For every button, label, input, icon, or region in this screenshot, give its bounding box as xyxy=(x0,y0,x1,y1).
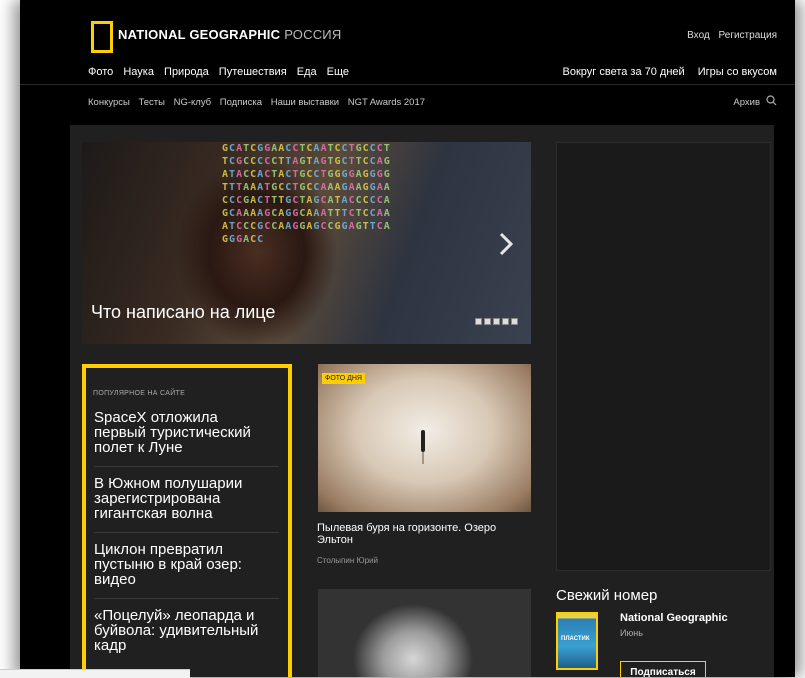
magazine-cover[interactable]: ПЛАСТИК xyxy=(556,612,598,670)
logo-main: NATIONAL GEOGRAPHIC xyxy=(118,27,281,42)
nav-item-around-world[interactable]: Вокруг света за 70 дней xyxy=(563,66,685,78)
browser-page: NATIONAL GEOGRAPHIC РОССИЯ Вход Регистрац… xyxy=(20,0,795,677)
primary-nav-right: Вокруг света за 70 дней Игры со вкусом xyxy=(553,66,777,78)
popular-item[interactable]: Циклон превратил пустыню в край озер: ви… xyxy=(94,542,264,587)
popular-item[interactable]: SpaceX отложила первый туристический пол… xyxy=(94,410,264,455)
nav-item-photo[interactable]: Фото xyxy=(88,66,113,78)
login-link[interactable]: Вход xyxy=(687,30,710,41)
popular-label: ПОПУЛЯРНОЕ НА САЙТЕ xyxy=(93,390,186,397)
nav-item-exhibitions[interactable]: Наши выставки xyxy=(271,97,339,108)
nav-item-science[interactable]: Наука xyxy=(123,66,154,78)
slider-dot[interactable] xyxy=(475,318,482,325)
hero-slider[interactable]: GCATCGGAACCTCAATCCTGCCCTTCGCCCCCTTAGTAGT… xyxy=(82,142,531,344)
nav-item-nature[interactable]: Природа xyxy=(164,66,209,78)
fresh-issue-heading: Свежий номер xyxy=(556,587,658,604)
photo-of-day-author: Столыпин Юрий xyxy=(317,556,378,565)
primary-nav: Фото Наука Природа Путешествия Еда Еще xyxy=(88,66,356,78)
photo-of-day-badge: ФОТО ДНЯ xyxy=(322,373,365,384)
nav-item-food[interactable]: Еда xyxy=(297,66,317,78)
nav-item-taste-games[interactable]: Игры со вкусом xyxy=(698,66,777,78)
cover-text: ПЛАСТИК xyxy=(561,636,590,642)
subscribe-button[interactable]: Подписаться xyxy=(620,661,706,677)
nav-item-tests[interactable]: Тесты xyxy=(138,97,164,108)
slider-dot[interactable] xyxy=(511,318,518,325)
archive-search: Архив xyxy=(733,95,777,109)
popular-divider xyxy=(94,598,279,599)
archive-link[interactable]: Архив xyxy=(733,97,760,108)
slider-dot[interactable] xyxy=(493,318,500,325)
slider-dot[interactable] xyxy=(502,318,509,325)
popular-item[interactable]: В Южном полушарии зарегистрирована гиган… xyxy=(94,476,264,521)
magazine-name[interactable]: National Geographic xyxy=(620,612,728,624)
photo-of-day-image[interactable]: ФОТО ДНЯ xyxy=(318,364,531,512)
magazine-month: Июнь xyxy=(620,628,643,638)
nav-item-contests[interactable]: Конкурсы xyxy=(88,97,130,108)
site-logo[interactable]: NATIONAL GEOGRAPHIC РОССИЯ xyxy=(118,27,341,42)
logo-yellow-frame-icon[interactable] xyxy=(91,21,113,53)
search-icon[interactable] xyxy=(766,95,777,109)
nav-item-ng-club[interactable]: NG-клуб xyxy=(174,97,212,108)
person-reflection xyxy=(422,452,424,464)
sidebar-ad-panel xyxy=(556,142,771,571)
hero-title[interactable]: Что написано на лице xyxy=(91,302,275,323)
slider-dots xyxy=(475,318,518,325)
register-link[interactable]: Регистрация xyxy=(719,30,777,41)
popular-item[interactable]: «Поцелуй» леопарда и буйвола: удивительн… xyxy=(94,608,264,653)
chevron-right-icon[interactable] xyxy=(497,230,515,265)
nav-item-subscription[interactable]: Подписка xyxy=(220,97,262,108)
secondary-nav: Конкурсы Тесты NG-клуб Подписка Наши выс… xyxy=(88,97,431,108)
popular-box: ПОПУЛЯРНОЕ НА САЙТЕ SpaceX отложила перв… xyxy=(82,364,292,677)
nav-item-travel[interactable]: Путешествия xyxy=(219,66,287,78)
nav-item-more[interactable]: Еще xyxy=(327,66,349,78)
person-silhouette xyxy=(421,430,425,452)
article-thumbnail-portrait[interactable] xyxy=(318,589,531,677)
nav-divider xyxy=(20,84,795,85)
logo-region: РОССИЯ xyxy=(284,27,342,42)
nav-item-ngt-awards[interactable]: NGT Awards 2017 xyxy=(348,97,425,108)
photo-of-day-title[interactable]: Пылевая буря на горизонте. Озеро Эльтон xyxy=(317,522,532,546)
slider-dot[interactable] xyxy=(484,318,491,325)
popular-divider xyxy=(94,466,279,467)
popular-divider xyxy=(94,532,279,533)
auth-links: Вход Регистрация xyxy=(681,30,777,41)
